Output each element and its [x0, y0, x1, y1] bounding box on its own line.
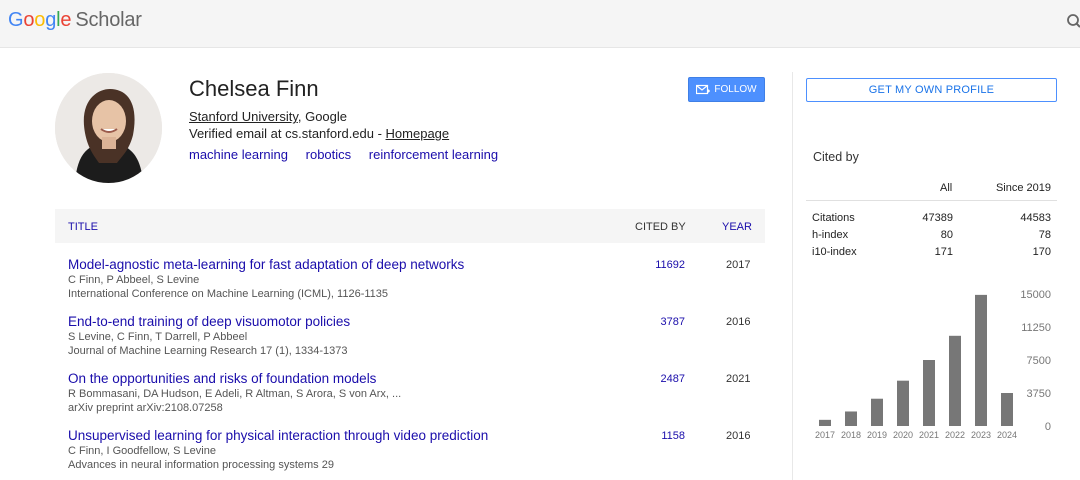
logo-letter: o	[34, 9, 46, 31]
article-venue: International Conference on Machine Lear…	[68, 288, 389, 300]
chart-bar[interactable]	[871, 398, 883, 426]
col-all: All	[940, 182, 953, 194]
article-cited-count[interactable]: 11692	[655, 259, 685, 271]
chart-x-tick-label: 2024	[997, 430, 1017, 440]
chart-x-tick-label: 2022	[945, 430, 965, 440]
chart-y-tick-label: 7500	[1027, 355, 1051, 367]
metrics-header: All Since 2019	[806, 176, 1057, 201]
envelope-plus-icon	[696, 84, 711, 95]
affiliation-rest: , Google	[297, 109, 348, 124]
article-authors: C Finn, P Abbeel, S Levine	[68, 274, 200, 286]
chart-bar[interactable]	[949, 335, 961, 426]
article-year: 2017	[726, 259, 751, 271]
search-icon[interactable]	[1066, 13, 1080, 31]
homepage-link[interactable]: Homepage	[386, 126, 450, 141]
article-authors: S Levine, C Finn, T Darrell, P Abbeel	[68, 331, 248, 343]
col-since: Since 2019	[995, 182, 1051, 194]
chart-bar[interactable]	[845, 411, 857, 426]
interest-link[interactable]: reinforcement learning	[369, 147, 498, 162]
chart-bar[interactable]	[923, 360, 935, 426]
metric-label[interactable]: i10-index	[812, 246, 857, 258]
affiliation-link[interactable]: Stanford University	[189, 109, 298, 124]
logo-suffix: Scholar	[75, 9, 142, 31]
article-venue: arXiv preprint arXiv:2108.07258	[68, 402, 223, 414]
article-row: Unsupervised learning for physical inter…	[68, 428, 768, 480]
verified-email: Verified email at cs.stanford.edu - Home…	[189, 126, 449, 141]
top-bar: Google Scholar	[0, 0, 1080, 48]
articles-table-header: TITLE CITED BY YEAR	[55, 209, 765, 243]
article-cited-count[interactable]: 2487	[661, 373, 685, 385]
logo-letter: o	[23, 9, 35, 31]
metric-label[interactable]: Citations	[812, 212, 855, 224]
article-authors: R Bommasani, DA Hudson, E Adeli, R Altma…	[68, 388, 402, 400]
chart-x-tick-label: 2019	[867, 430, 887, 440]
sort-by-cited[interactable]: CITED BY	[635, 221, 686, 233]
interest-link[interactable]: robotics	[306, 147, 352, 162]
research-interests: machine learning robotics reinforcement …	[189, 147, 512, 162]
get-my-own-profile-button[interactable]: GET MY OWN PROFILE	[806, 78, 1057, 102]
chart-x-tick-label: 2023	[971, 430, 991, 440]
article-cited-count[interactable]: 3787	[661, 316, 685, 328]
article-cited-count[interactable]: 1158	[661, 430, 685, 442]
article-venue: Advances in neural information processin…	[68, 459, 334, 471]
article-title[interactable]: On the opportunities and risks of founda…	[68, 371, 376, 386]
sort-by-title[interactable]: TITLE	[68, 221, 98, 233]
metric-all: 80	[940, 229, 953, 241]
chart-x-tick-label: 2021	[919, 430, 939, 440]
citations-per-year-chart: 2017 2018 2019 2020 2021 2022 2023 2024 15000 112…	[815, 289, 1051, 440]
follow-label: FOLLOW	[714, 84, 757, 95]
cited-by-title: Cited by	[813, 150, 859, 164]
email-text: Verified email at cs.stanford.edu -	[189, 126, 386, 141]
interest-link[interactable]: machine learning	[189, 147, 288, 162]
metric-all: 47389	[922, 212, 953, 224]
chart-x-tick-label: 2020	[893, 430, 913, 440]
metric-since: 170	[1032, 246, 1051, 258]
profile-photo	[55, 73, 162, 183]
metric-label[interactable]: h-index	[812, 229, 848, 241]
article-row: End-to-end training of deep visuomotor p…	[68, 314, 768, 366]
chart-x-tick-label: 2018	[841, 430, 861, 440]
metric-row: Citations 47389 44583	[806, 209, 1057, 226]
follow-button[interactable]: FOLLOW	[688, 77, 765, 102]
column-divider	[792, 72, 793, 480]
chart-y-tick-label: 15000	[1020, 289, 1051, 301]
article-year: 2016	[726, 430, 751, 442]
metric-all: 171	[934, 246, 953, 258]
google-scholar-logo[interactable]: Google Scholar	[8, 9, 142, 32]
chart-bar[interactable]	[897, 380, 909, 426]
article-row: On the opportunities and risks of founda…	[68, 371, 768, 423]
chart-bar[interactable]	[819, 419, 831, 426]
logo-letter: e	[60, 9, 72, 31]
affiliation: Stanford University, Google	[189, 109, 347, 124]
metric-row: i10-index 171 170	[806, 243, 1057, 260]
article-venue: Journal of Machine Learning Research 17 …	[68, 345, 348, 357]
profile-name: Chelsea Finn	[189, 76, 319, 101]
article-title[interactable]: End-to-end training of deep visuomotor p…	[68, 314, 350, 329]
article-authors: C Finn, I Goodfellow, S Levine	[68, 445, 216, 457]
chart-y-tick-label: 3750	[1027, 388, 1051, 400]
article-title[interactable]: Model-agnostic meta-learning for fast ad…	[68, 257, 464, 272]
logo-letter: G	[8, 9, 24, 31]
chart-y-tick-label: 0	[1045, 421, 1051, 433]
article-row: Model-agnostic meta-learning for fast ad…	[68, 257, 768, 309]
chart-y-tick-label: 11250	[1021, 322, 1051, 334]
metric-since: 78	[1038, 229, 1051, 241]
metric-since: 44583	[1020, 212, 1051, 224]
sort-by-year[interactable]: YEAR	[722, 221, 752, 233]
chart-bar[interactable]	[975, 294, 987, 426]
chart-x-tick-label: 2017	[815, 430, 835, 440]
citation-metrics-table: All Since 2019 Citations 47389 44583 h-i…	[806, 176, 1057, 260]
article-year: 2021	[726, 373, 751, 385]
chart-bar[interactable]	[1001, 393, 1013, 426]
metric-row: h-index 80 78	[806, 226, 1057, 243]
logo-letter: g	[45, 9, 57, 31]
article-title[interactable]: Unsupervised learning for physical inter…	[68, 428, 488, 443]
article-year: 2016	[726, 316, 751, 328]
